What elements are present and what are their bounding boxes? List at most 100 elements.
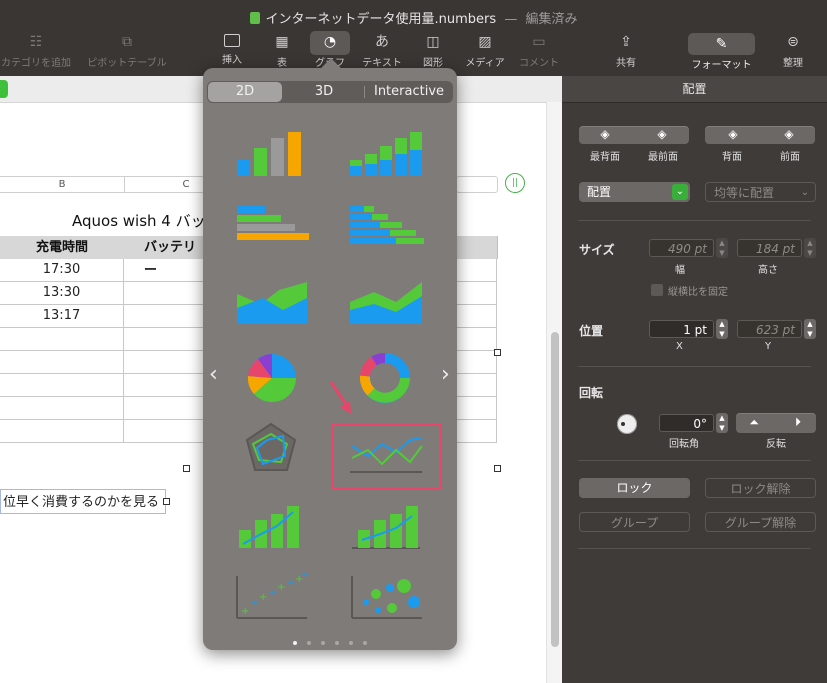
group-button[interactable]: グループ [579,512,690,532]
chart-type-column-line[interactable] [223,484,323,554]
align-dropdown[interactable]: 配置 ⌄ [579,182,690,202]
caption-text-box[interactable]: 位早く消費するのかを見る [0,489,166,514]
table-cell[interactable] [124,259,204,282]
distribute-dropdown[interactable]: 均等に配置 ⌄ [705,182,816,202]
rotation-angle-field[interactable]: 0° [659,414,714,432]
table-cell[interactable] [456,397,497,420]
page-dot[interactable] [293,641,297,645]
table-cell[interactable]: 17:30 [0,259,124,282]
window-title: インターネットデータ使用量.numbers — 編集済み [0,8,827,27]
table-cell[interactable] [456,328,497,351]
table-title[interactable]: Aquos wish 4 バッ [72,210,206,231]
table-cell[interactable]: 13:17 [0,305,124,328]
send-to-back-icon[interactable]: ◈ [599,128,611,140]
width-stepper[interactable]: ▲ ▼ [716,238,728,258]
chart-type-2axis[interactable] [338,484,438,554]
rotation-stepper[interactable]: ▲ ▼ [716,413,728,433]
header-battery[interactable]: バッテリー [124,236,204,278]
column-chart-icon [237,132,301,176]
table-cell[interactable] [124,351,204,374]
table-cell[interactable] [456,374,497,397]
caption-handle[interactable] [163,498,170,505]
table-cell[interactable] [0,328,124,351]
organize-button[interactable]: ⊜ 整理 [775,34,811,69]
position-y-stepper[interactable]: ▲ ▼ [804,319,816,339]
send-backward-icon[interactable]: ◈ [727,128,739,140]
section-divider [578,366,811,367]
table-cell[interactable] [456,351,497,374]
chart-type-bar[interactable] [223,196,323,266]
chart-type-bubble[interactable] [338,556,438,626]
table-cell[interactable] [124,282,204,305]
table-cell[interactable] [456,259,497,282]
tab-2d[interactable]: 2D [208,82,282,102]
flip-vertical-icon[interactable]: ⏶ [748,416,760,428]
chart-type-column[interactable] [223,124,323,194]
table-cell[interactable] [124,328,204,351]
tab-3d[interactable]: 3D [284,81,364,103]
height-stepper[interactable]: ▲ ▼ [804,238,816,258]
ungroup-button[interactable]: グループ解除 [705,512,816,532]
table-cell[interactable] [456,305,497,328]
line-chart-highlight [332,424,441,489]
column-header-b[interactable]: B [0,176,125,193]
constrain-proportions-checkbox[interactable] [651,284,663,296]
selection-handle-bottom[interactable] [183,465,190,472]
pivot-table-button[interactable]: ⧉ ピボットテーブル [82,34,172,69]
chart-type-area[interactable] [223,268,323,338]
scatter-chart-icon: + + + + + + + + [236,570,309,619]
format-button[interactable]: ✎ フォーマット [688,36,755,71]
chevron-right-icon[interactable]: › [441,362,450,387]
position-x-field[interactable]: 1 pt [649,320,714,338]
height-field[interactable]: 184 pt [737,239,802,257]
bring-to-front-icon[interactable]: ◈ [656,128,668,140]
selection-handle-right[interactable] [494,349,501,356]
chart-type-radar[interactable] [223,412,323,482]
table-cell[interactable] [124,374,204,397]
table-cell[interactable] [0,374,124,397]
chart-type-scatter[interactable]: + + + + + + + + [223,556,323,626]
text-button[interactable]: あ テキスト [358,34,406,69]
position-y-field[interactable]: 623 pt [737,320,802,338]
comment-button[interactable]: ▭ コメント [516,34,562,69]
media-button[interactable]: ▨ メディア [461,34,509,69]
table-cell[interactable] [124,305,204,328]
sheet-tab-active[interactable] [0,80,8,98]
table-cell[interactable] [456,282,497,305]
table-cell[interactable] [124,420,204,443]
table-cell[interactable] [124,397,204,420]
column-pause-icon[interactable]: || [505,173,525,193]
table-cell[interactable] [0,397,124,420]
chart-type-stacked-area[interactable] [338,268,438,338]
unlock-button[interactable]: ロック解除 [705,478,816,498]
position-x-stepper[interactable]: ▲ ▼ [716,319,728,339]
width-field[interactable]: 490 pt [649,239,714,257]
chart-type-pie[interactable] [223,340,323,410]
scrollbar-thumb[interactable] [551,332,559,647]
table-cell[interactable] [0,420,124,443]
selection-handle-bottom-right[interactable] [494,465,501,472]
share-button[interactable]: ⇪ 共有 [608,34,644,69]
page-dot[interactable] [335,641,339,645]
table-button[interactable]: ▦ 表 [266,34,298,69]
table-cell[interactable]: 13:30 [0,282,124,305]
chart-type-stacked-column[interactable] [338,124,438,194]
insert-button[interactable]: 挿入 [214,34,250,66]
chart-type-stacked-bar[interactable] [338,196,438,266]
page-dot[interactable] [349,641,353,645]
shape-button[interactable]: ◫ 図形 [416,34,450,69]
lock-button[interactable]: ロック [579,478,690,498]
page-dot[interactable] [363,641,367,645]
rotation-dial[interactable] [617,414,637,434]
add-category-button[interactable]: ☷ カテゴリを追加 [0,34,72,69]
table-cell[interactable] [0,351,124,374]
section-divider [578,460,811,461]
flip-horizontal-icon[interactable]: ⏵ [792,416,804,428]
page-dot[interactable] [307,641,311,645]
chevron-left-icon[interactable]: ‹ [209,362,218,387]
header-charge-time[interactable]: 充電時間 [0,236,125,259]
page-dot[interactable] [321,641,325,645]
bring-forward-icon[interactable]: ◈ [783,128,795,140]
tab-interactive[interactable]: Interactive [365,81,453,103]
table-cell[interactable] [456,420,497,443]
